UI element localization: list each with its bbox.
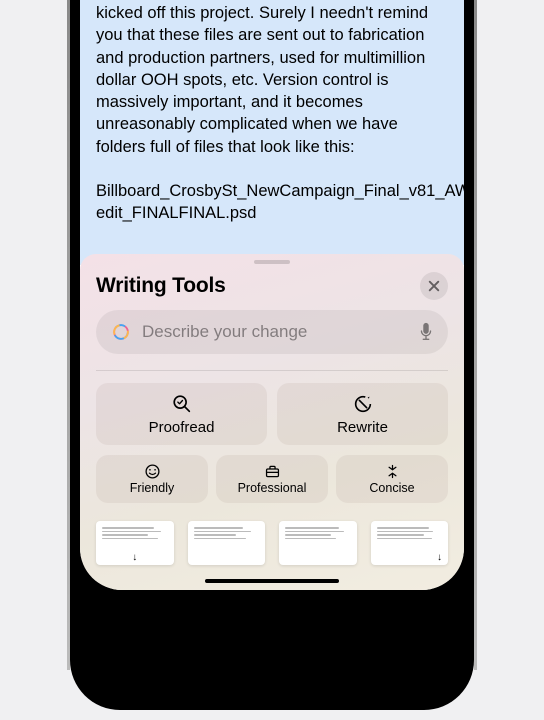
- document-filename-example: Billboard_CrosbySt_NewCampaign_Final_v81…: [96, 182, 464, 222]
- concise-icon: [384, 463, 401, 480]
- siri-icon: [110, 321, 132, 343]
- friendly-button[interactable]: Friendly: [96, 455, 208, 503]
- input-placeholder: Describe your change: [142, 322, 408, 342]
- briefcase-icon: [264, 463, 281, 480]
- close-icon: [428, 280, 440, 292]
- arrow-down-icon: ↓: [132, 552, 137, 563]
- format-templates-row: ↓: [80, 503, 464, 565]
- document-text-selection[interactable]: kicked off this project. Surely I needn'…: [80, 0, 464, 265]
- describe-change-input[interactable]: Describe your change: [96, 310, 448, 354]
- microphone-icon[interactable]: [418, 322, 434, 342]
- arrow-down-icon: ↓: [437, 552, 442, 563]
- proofread-label: Proofread: [149, 419, 215, 436]
- professional-label: Professional: [238, 481, 307, 495]
- close-button[interactable]: [420, 272, 448, 300]
- rewrite-icon: [352, 393, 374, 415]
- concise-button[interactable]: Concise: [336, 455, 448, 503]
- phone-frame: kicked off this project. Surely I needn'…: [70, 0, 474, 710]
- screen: kicked off this project. Surely I needn'…: [80, 0, 464, 590]
- sheet-title: Writing Tools: [96, 274, 226, 298]
- document-paragraph: kicked off this project. Surely I needn'…: [96, 4, 428, 156]
- smile-icon: [144, 463, 161, 480]
- professional-button[interactable]: Professional: [216, 455, 328, 503]
- proofread-icon: [171, 393, 193, 415]
- friendly-label: Friendly: [130, 481, 174, 495]
- concise-label: Concise: [369, 481, 414, 495]
- template-list[interactable]: [279, 521, 357, 565]
- proofread-button[interactable]: Proofread: [96, 383, 267, 445]
- home-indicator[interactable]: [205, 579, 339, 583]
- divider: [96, 370, 448, 371]
- rewrite-button[interactable]: Rewrite: [277, 383, 448, 445]
- template-keypoints[interactable]: [188, 521, 266, 565]
- template-summary[interactable]: ↓: [96, 521, 174, 565]
- rewrite-label: Rewrite: [337, 419, 388, 436]
- writing-tools-sheet: Writing Tools Describe your change: [80, 254, 464, 590]
- template-table[interactable]: ↓: [371, 521, 449, 565]
